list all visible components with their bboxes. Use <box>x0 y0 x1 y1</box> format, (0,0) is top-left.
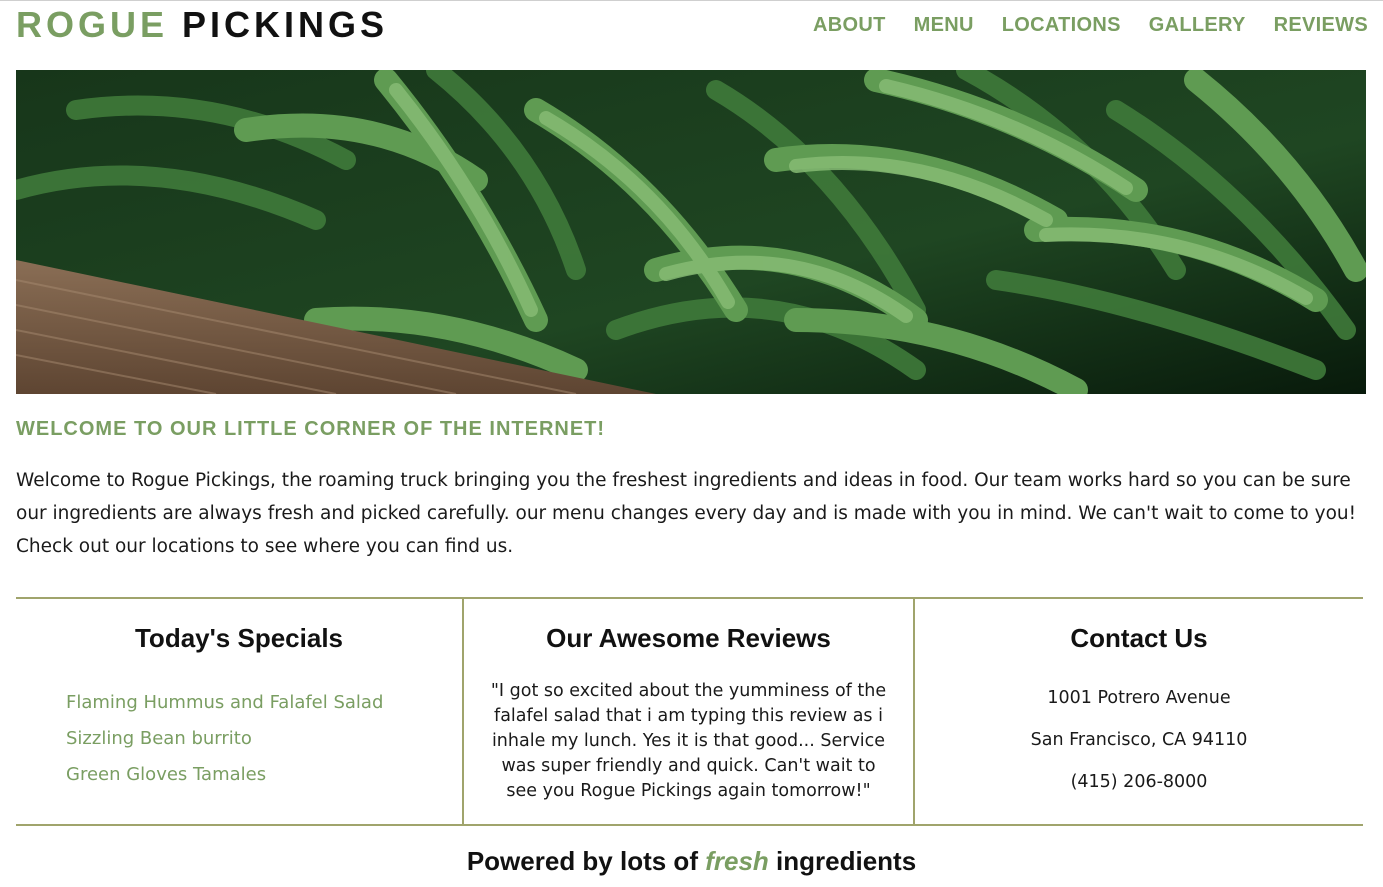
special-item[interactable]: Sizzling Bean burrito <box>66 721 383 757</box>
site-logo[interactable]: ROGUE PICKINGS <box>16 4 388 46</box>
nav-locations[interactable]: LOCATIONS <box>1002 14 1121 37</box>
special-item[interactable]: Green Gloves Tamales <box>66 757 383 793</box>
site-header: ROGUE PICKINGS ABOUT MENU LOCATIONS GALL… <box>16 4 1368 46</box>
top-border <box>0 0 1383 1</box>
specials-heading: Today's Specials <box>134 623 343 653</box>
contact-street: 1001 Potrero Avenue <box>1047 688 1231 708</box>
footer-text-end: ingredients <box>776 846 917 876</box>
reviews-column: Our Awesome Reviews "I got so excited ab… <box>464 599 915 824</box>
nav-about[interactable]: ABOUT <box>813 14 886 37</box>
nav-reviews[interactable]: REVIEWS <box>1274 14 1368 37</box>
nav-gallery[interactable]: GALLERY <box>1149 14 1246 37</box>
review-quote: "I got so excited about the yumminess of… <box>490 681 887 801</box>
nav-menu[interactable]: MENU <box>914 14 974 37</box>
hero-image-green-beans <box>16 70 1366 394</box>
info-columns: Today's Specials Flaming Hummus and Fala… <box>16 597 1363 826</box>
footer-text-start: Powered by lots of <box>466 846 698 876</box>
main-nav: ABOUT MENU LOCATIONS GALLERY REVIEWS <box>785 4 1368 46</box>
special-item[interactable]: Flaming Hummus and Falafel Salad <box>66 685 383 721</box>
welcome-heading: WELCOME TO OUR LITTLE CORNER OF THE INTE… <box>16 418 606 440</box>
contact-column: Contact Us 1001 Potrero Avenue San Franc… <box>915 599 1363 824</box>
logo-word-rogue: ROGUE <box>16 4 169 45</box>
footer-fresh-word: fresh <box>705 846 769 876</box>
contact-details: 1001 Potrero Avenue San Francisco, CA 94… <box>915 677 1363 803</box>
logo-word-pickings: PICKINGS <box>182 4 389 45</box>
site-footer: Powered by lots of fresh ingredients <box>0 846 1383 877</box>
welcome-paragraph: Welcome to Rogue Pickings, the roaming t… <box>16 470 1357 557</box>
specials-column: Today's Specials Flaming Hummus and Fala… <box>16 599 464 824</box>
contact-city: San Francisco, CA 94110 <box>1030 730 1248 750</box>
contact-phone: (415) 206-8000 <box>1070 772 1208 792</box>
contact-heading: Contact Us <box>1070 623 1208 653</box>
reviews-heading: Our Awesome Reviews <box>546 623 831 653</box>
specials-list: Flaming Hummus and Falafel Salad Sizzlin… <box>66 685 383 793</box>
green-beans-illustration <box>16 70 1366 394</box>
